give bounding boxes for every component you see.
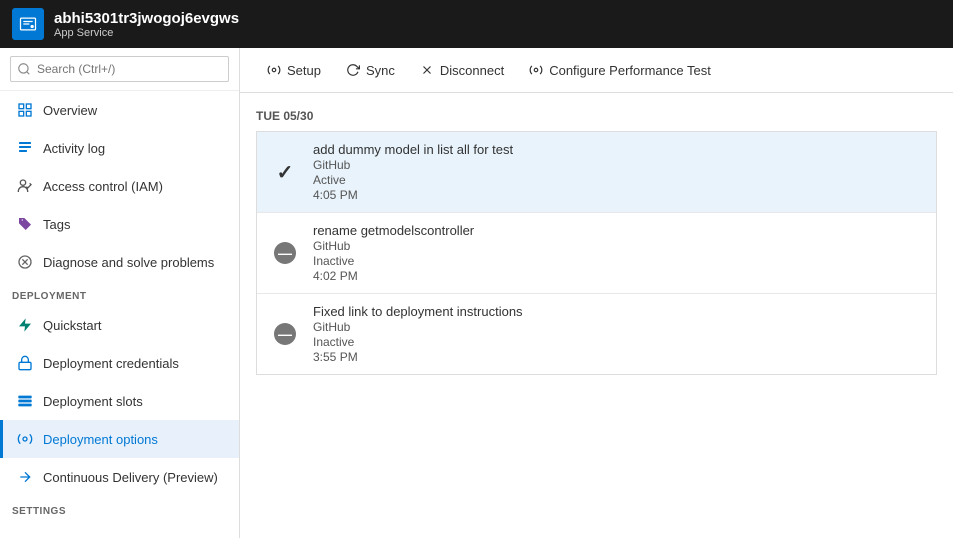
disconnect-label: Disconnect <box>440 63 504 78</box>
deployment-time-1: 4:05 PM <box>313 188 513 202</box>
sync-button[interactable]: Sync <box>335 56 405 84</box>
sidebar-item-overview[interactable]: Overview <box>0 91 239 129</box>
activity-log-icon <box>15 138 35 158</box>
sidebar-label-deployment-slots: Deployment slots <box>43 394 143 409</box>
status-icon-dash-3: — <box>271 320 299 348</box>
configure-perf-button[interactable]: Configure Performance Test <box>518 56 721 84</box>
deployment-source-2: GitHub <box>313 239 474 253</box>
toolbar: Setup Sync Disconnect Configure Performa… <box>240 48 953 93</box>
sidebar-item-continuous-delivery[interactable]: Continuous Delivery (Preview) <box>0 458 239 496</box>
dash-icon-3: — <box>274 323 296 345</box>
deployment-options-icon <box>15 429 35 449</box>
disconnect-button[interactable]: Disconnect <box>409 56 514 84</box>
deployment-info-2: rename getmodelscontroller GitHub Inacti… <box>313 223 474 283</box>
continuous-delivery-icon <box>15 467 35 487</box>
deployment-title-1: add dummy model in list all for test <box>313 142 513 157</box>
sidebar-item-tags[interactable]: Tags <box>0 205 239 243</box>
deployment-credentials-icon <box>15 353 35 373</box>
app-header: abhi5301tr3jwogoj6evgws App Service <box>0 0 953 48</box>
deployment-time-3: 3:55 PM <box>313 350 523 364</box>
quickstart-icon <box>15 315 35 335</box>
sync-label: Sync <box>366 63 395 78</box>
sync-icon <box>345 62 361 78</box>
search-box[interactable] <box>0 48 239 91</box>
sidebar-item-deployment-options[interactable]: Deployment options <box>0 420 239 458</box>
dash-icon-2: — <box>274 242 296 264</box>
deployment-content: TUE 05/30 ✓ add dummy model in list all … <box>240 93 953 538</box>
configure-perf-label: Configure Performance Test <box>549 63 711 78</box>
status-icon-dash-2: — <box>271 239 299 267</box>
status-icon-check: ✓ <box>271 158 299 186</box>
deployment-section-label: DEPLOYMENT <box>0 281 239 306</box>
deployment-item[interactable]: — Fixed link to deployment instructions … <box>257 294 936 374</box>
sidebar-label-activity-log: Activity log <box>43 141 105 156</box>
sidebar: Overview Activity log Access control (IA… <box>0 48 240 538</box>
deployment-list: ✓ add dummy model in list all for test G… <box>256 131 937 375</box>
deployment-status-2: Inactive <box>313 254 474 268</box>
checkmark-icon: ✓ <box>277 160 294 185</box>
deployment-source-1: GitHub <box>313 158 513 172</box>
deployment-status-3: Inactive <box>313 335 523 349</box>
tags-icon <box>15 214 35 234</box>
sidebar-item-quickstart[interactable]: Quickstart <box>0 306 239 344</box>
deployment-item[interactable]: — rename getmodelscontroller GitHub Inac… <box>257 213 936 294</box>
sidebar-label-diagnose: Diagnose and solve problems <box>43 255 214 270</box>
deployment-source-3: GitHub <box>313 320 523 334</box>
deployment-item[interactable]: ✓ add dummy model in list all for test G… <box>257 132 936 213</box>
page-title: App Service <box>54 27 239 39</box>
app-name: abhi5301tr3jwogoj6evgws <box>54 10 239 27</box>
main-layout: Overview Activity log Access control (IA… <box>0 48 953 538</box>
deployment-title-3: Fixed link to deployment instructions <box>313 304 523 319</box>
sidebar-item-deployment-credentials[interactable]: Deployment credentials <box>0 344 239 382</box>
deployment-status-1: Active <box>313 173 513 187</box>
content-area: Setup Sync Disconnect Configure Performa… <box>240 48 953 538</box>
overview-icon <box>15 100 35 120</box>
settings-section-label: SETTINGS <box>0 496 239 521</box>
sidebar-label-continuous-delivery: Continuous Delivery (Preview) <box>43 470 218 485</box>
deployment-info-1: add dummy model in list all for test Git… <box>313 142 513 202</box>
sidebar-label-overview: Overview <box>43 103 97 118</box>
configure-perf-icon <box>528 62 544 78</box>
deployment-info-3: Fixed link to deployment instructions Gi… <box>313 304 523 364</box>
deployment-title-2: rename getmodelscontroller <box>313 223 474 238</box>
access-control-icon <box>15 176 35 196</box>
sidebar-label-deployment-options: Deployment options <box>43 432 158 447</box>
setup-label: Setup <box>287 63 321 78</box>
app-service-icon <box>12 8 44 40</box>
setup-button[interactable]: Setup <box>256 56 331 84</box>
search-input[interactable] <box>10 56 229 82</box>
deployment-time-2: 4:02 PM <box>313 269 474 283</box>
disconnect-icon <box>419 62 435 78</box>
date-label: TUE 05/30 <box>256 109 937 123</box>
sidebar-item-activity-log[interactable]: Activity log <box>0 129 239 167</box>
setup-icon <box>266 62 282 78</box>
sidebar-item-deployment-slots[interactable]: Deployment slots <box>0 382 239 420</box>
header-title-group: abhi5301tr3jwogoj6evgws App Service <box>54 10 239 39</box>
sidebar-item-diagnose[interactable]: Diagnose and solve problems <box>0 243 239 281</box>
sidebar-nav: Overview Activity log Access control (IA… <box>0 91 239 538</box>
sidebar-label-access-control: Access control (IAM) <box>43 179 163 194</box>
diagnose-icon <box>15 252 35 272</box>
sidebar-label-tags: Tags <box>43 217 70 232</box>
sidebar-item-access-control[interactable]: Access control (IAM) <box>0 167 239 205</box>
deployment-slots-icon <box>15 391 35 411</box>
sidebar-label-deployment-credentials: Deployment credentials <box>43 356 179 371</box>
sidebar-label-quickstart: Quickstart <box>43 318 102 333</box>
